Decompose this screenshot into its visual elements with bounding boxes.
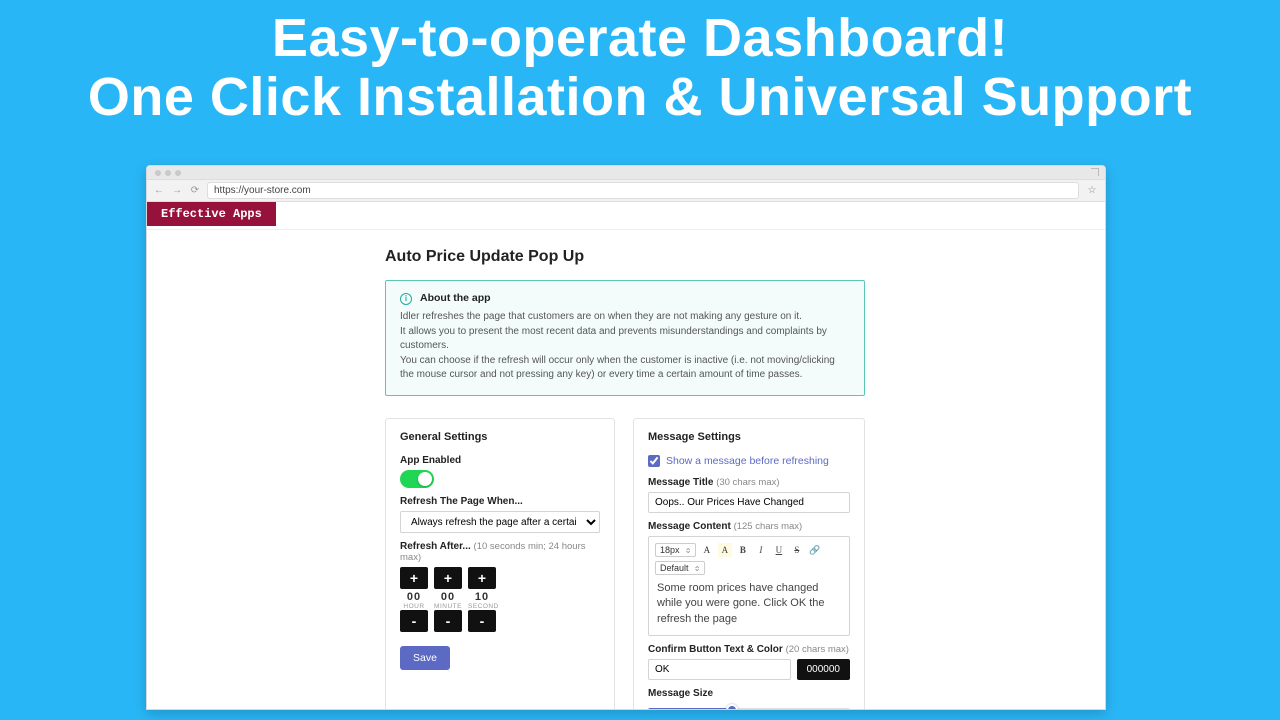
banner-line-2: One Click Installation & Universal Suppo… (0, 69, 1280, 126)
nav-forward-icon[interactable]: → (171, 185, 183, 196)
link-icon[interactable]: 🔗 (808, 543, 822, 557)
nav-reload-icon[interactable]: ⟳ (189, 185, 201, 196)
show-message-checkbox-row[interactable]: Show a message before refreshing (648, 455, 850, 467)
about-text-3: You can choose if the refresh will occur… (400, 354, 850, 383)
window-titlebar (147, 166, 1105, 180)
message-settings-card: Message Settings Show a message before r… (633, 418, 865, 710)
second-plus-button[interactable]: + (468, 567, 496, 589)
app-enabled-label: App Enabled (400, 455, 600, 466)
rte-toolbar: 18px A A B I U S 🔗 (655, 543, 843, 557)
banner-line-1: Easy-to-operate Dashboard! (0, 10, 1280, 67)
brand-logo[interactable]: Effective Apps (147, 202, 276, 226)
browser-window: ← → ⟳ https://your-store.com ☆ Effective… (146, 165, 1106, 710)
time-steppers: + 00 HOUR - + 00 MINUTE - + 10 SECON (400, 567, 600, 632)
info-icon: i (400, 293, 412, 305)
font-family-select[interactable]: Default (655, 561, 705, 575)
general-settings-card: General Settings App Enabled Refresh The… (385, 418, 615, 710)
hour-minus-button[interactable]: - (400, 610, 428, 632)
message-size-slider[interactable] (648, 708, 850, 710)
refresh-when-label: Refresh The Page When... (400, 496, 600, 507)
message-title-label: Message Title (30 chars max) (648, 477, 850, 488)
hour-plus-button[interactable]: + (400, 567, 428, 589)
traffic-light-close-icon[interactable] (155, 170, 161, 176)
rich-text-editor: 18px A A B I U S 🔗 Default Some room pri… (648, 536, 850, 636)
bold-icon[interactable]: B (736, 543, 750, 557)
rte-body[interactable]: Some room prices have changed while you … (655, 579, 843, 629)
second-value: 10 (468, 589, 496, 603)
show-message-checkbox[interactable] (648, 455, 660, 467)
address-bar: ← → ⟳ https://your-store.com ☆ (147, 180, 1105, 202)
font-color-icon[interactable]: A (700, 543, 714, 557)
minute-value: 00 (434, 589, 462, 603)
confirm-text-input[interactable] (648, 659, 791, 680)
traffic-light-min-icon[interactable] (165, 170, 171, 176)
underline-icon[interactable]: U (772, 543, 786, 557)
url-field[interactable]: https://your-store.com (207, 182, 1079, 199)
app-enabled-toggle[interactable] (400, 470, 434, 488)
nav-back-icon[interactable]: ← (153, 185, 165, 196)
font-size-select[interactable]: 18px (655, 543, 696, 557)
page-content: Auto Price Update Pop Up i About the app… (147, 230, 867, 710)
show-message-label: Show a message before refreshing (666, 455, 829, 467)
refresh-when-select[interactable]: Always refresh the page after a certain … (400, 511, 600, 533)
confirm-color-swatch[interactable]: 000000 (797, 659, 850, 680)
minute-unit: MINUTE (434, 603, 462, 610)
italic-icon[interactable]: I (754, 543, 768, 557)
general-heading: General Settings (400, 431, 600, 443)
expand-icon[interactable] (1091, 168, 1099, 176)
bookmark-star-icon[interactable]: ☆ (1085, 185, 1099, 196)
strike-icon[interactable]: S (790, 543, 804, 557)
message-title-input[interactable] (648, 492, 850, 513)
second-minus-button[interactable]: - (468, 610, 496, 632)
marketing-banner: Easy-to-operate Dashboard! One Click Ins… (0, 10, 1280, 125)
refresh-after-label: Refresh After... (10 seconds min; 24 hou… (400, 541, 600, 563)
message-content-label: Message Content (125 chars max) (648, 521, 850, 532)
minute-plus-button[interactable]: + (434, 567, 462, 589)
general-save-button[interactable]: Save (400, 646, 450, 670)
about-text-2: It allows you to present the most recent… (400, 325, 850, 354)
hour-value: 00 (400, 589, 428, 603)
app-header: Effective Apps (147, 202, 1105, 230)
traffic-light-max-icon[interactable] (175, 170, 181, 176)
page-title: Auto Price Update Pop Up (385, 248, 867, 266)
second-unit: SECOND (468, 603, 496, 610)
highlight-icon[interactable]: A (718, 543, 732, 557)
message-heading: Message Settings (648, 431, 850, 443)
about-text-1: Idler refreshes the page that customers … (400, 310, 850, 325)
about-app-callout: i About the app Idler refreshes the page… (385, 280, 865, 396)
about-heading: About the app (420, 291, 491, 306)
minute-minus-button[interactable]: - (434, 610, 462, 632)
message-size-label: Message Size (648, 688, 850, 699)
confirm-label: Confirm Button Text & Color (20 chars ma… (648, 644, 850, 655)
hour-unit: HOUR (400, 603, 428, 610)
